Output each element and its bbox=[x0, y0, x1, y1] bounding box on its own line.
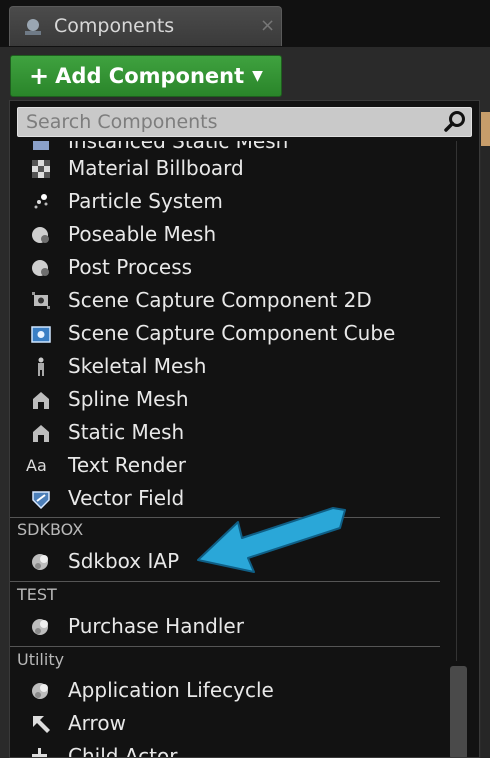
vector-field-icon bbox=[32, 491, 50, 510]
post-process-icon bbox=[32, 260, 49, 276]
scene-capture-2d-icon bbox=[32, 292, 50, 309]
list-item[interactable]: Particle System bbox=[20, 185, 450, 218]
list-item-label: Post Process bbox=[68, 255, 193, 279]
list-item-label: Vector Field bbox=[68, 486, 185, 510]
material-billboard-icon bbox=[32, 160, 50, 178]
list-item-label: Child Actor bbox=[68, 744, 178, 758]
category-label: TEST bbox=[17, 585, 57, 604]
search-field-overlay[interactable]: Search Components bbox=[17, 107, 472, 137]
add-component-menu: Search Components Instanced Static Mesh … bbox=[9, 100, 480, 758]
list-item[interactable]: Scene Capture Component 2D bbox=[20, 284, 450, 317]
chevron-down-icon: ▼ bbox=[252, 68, 263, 84]
list-item[interactable]: Skeletal Mesh bbox=[20, 350, 450, 383]
list-item[interactable]: Purchase Handler bbox=[20, 610, 450, 643]
list-item-label: Application Lifecycle bbox=[68, 678, 274, 702]
list-item-label: Text Render bbox=[68, 453, 187, 477]
callout-arrow-icon bbox=[197, 507, 346, 573]
list-item[interactable]: Material Billboard bbox=[20, 152, 450, 185]
list-item[interactable]: Scene Capture Component Cube bbox=[20, 317, 450, 350]
particle-system-icon bbox=[34, 194, 48, 209]
component-tab-icon bbox=[25, 19, 41, 35]
list-item[interactable]: Aa Text Render bbox=[20, 449, 450, 482]
list-item[interactable]: Post Process bbox=[20, 251, 450, 284]
list-item[interactable]: Arrow bbox=[20, 707, 450, 740]
add-component-button[interactable]: + Add Component ▼ bbox=[10, 55, 282, 97]
list-item-label: Scene Capture Component 2D bbox=[68, 288, 372, 312]
tab-bar: Components × bbox=[0, 0, 490, 47]
list-item[interactable]: Poseable Mesh bbox=[20, 218, 450, 251]
child-actor-icon bbox=[32, 748, 47, 757]
category-label: Utility bbox=[17, 650, 65, 669]
list-item-label: Poseable Mesh bbox=[68, 222, 217, 246]
list-item-label: Particle System bbox=[68, 189, 223, 213]
selected-row-edge bbox=[481, 112, 490, 146]
list-item[interactable]: Child Actor bbox=[20, 740, 450, 758]
list-item-label: Scene Capture Component Cube bbox=[68, 321, 396, 345]
poseable-mesh-icon bbox=[32, 227, 49, 243]
magnifier-icon[interactable] bbox=[443, 110, 467, 134]
scrollbar-thumb[interactable] bbox=[450, 666, 467, 757]
list-item-label: Material Billboard bbox=[68, 156, 244, 180]
panel-edge bbox=[481, 146, 490, 758]
search-placeholder-text: Search Components bbox=[26, 111, 218, 133]
list-item-label: Spline Mesh bbox=[68, 387, 189, 411]
category-divider bbox=[10, 646, 440, 647]
list-item-label: Skeletal Mesh bbox=[68, 354, 207, 378]
list-item-label: Static Mesh bbox=[68, 420, 185, 444]
static-mesh-icon bbox=[33, 425, 49, 442]
sdkbox-iap-icon bbox=[32, 554, 48, 570]
scene-capture-cube-icon bbox=[31, 326, 51, 343]
list-item[interactable]: Static Mesh bbox=[20, 416, 450, 449]
category-label: SDKBOX bbox=[17, 520, 84, 539]
plus-icon: + bbox=[29, 62, 50, 90]
purchase-handler-icon bbox=[32, 619, 48, 635]
list-item-label: Arrow bbox=[68, 711, 126, 735]
add-component-label: Add Component bbox=[55, 64, 245, 88]
text-render-icon: Aa bbox=[26, 456, 47, 475]
application-lifecycle-icon bbox=[32, 683, 48, 699]
scroll-track bbox=[456, 141, 457, 661]
list-item-label: Purchase Handler bbox=[68, 614, 244, 638]
spline-mesh-icon bbox=[33, 392, 49, 409]
arrow-icon bbox=[33, 716, 50, 733]
list-item[interactable]: Application Lifecycle bbox=[20, 674, 450, 707]
skeletal-mesh-icon bbox=[38, 357, 44, 376]
close-icon[interactable]: × bbox=[260, 15, 275, 36]
list-item[interactable]: Spline Mesh bbox=[20, 383, 450, 416]
tab-title: Components bbox=[54, 15, 175, 37]
tab-components[interactable]: Components × bbox=[9, 6, 282, 46]
list-item-label: Sdkbox IAP bbox=[68, 549, 180, 573]
